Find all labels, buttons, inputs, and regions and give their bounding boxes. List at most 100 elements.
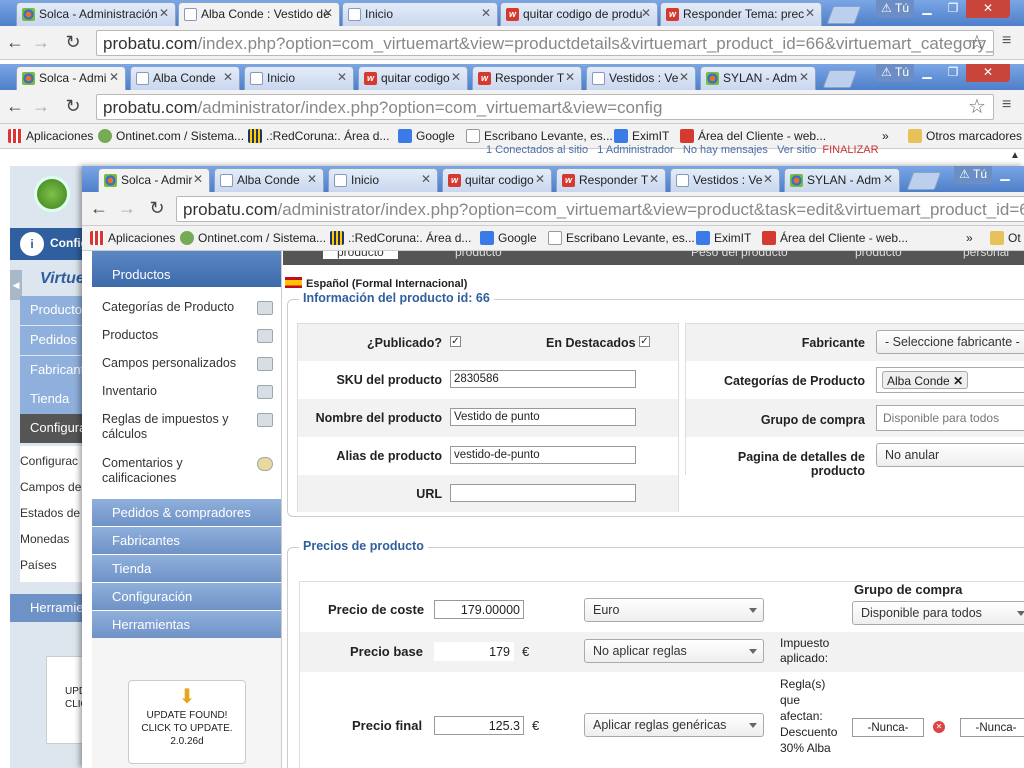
close-icon[interactable]: ✕	[159, 6, 169, 20]
menu-icon[interactable]: ≡	[1002, 96, 1011, 114]
close-icon[interactable]: ✕	[421, 172, 431, 186]
tab-inicio[interactable]: Inicio ✕	[328, 168, 438, 192]
close-icon[interactable]: ✕	[641, 6, 651, 20]
close-icon[interactable]: ✕	[307, 172, 317, 186]
other-bookmarks-folder[interactable]: Ot	[990, 231, 1021, 245]
base-rules-select[interactable]: No aplicar reglas	[584, 639, 764, 663]
tab-vestidos[interactable]: Vestidos : Ve ✕	[586, 66, 696, 90]
status-messages[interactable]: No hay mensajes	[683, 144, 768, 156]
menu-item-categorias[interactable]: Categorías de Producto	[92, 293, 281, 321]
close-icon[interactable]: ✕	[337, 70, 347, 84]
close-icon[interactable]: ✕	[323, 6, 333, 20]
bookmark-escribano[interactable]: Escribano Levante, es...	[548, 231, 695, 245]
bookmark-apps[interactable]: Aplicaciones	[8, 129, 93, 143]
base-input[interactable]	[434, 642, 514, 661]
bookmark-escribano[interactable]: Escribano Levante, es...	[466, 129, 613, 143]
back-button[interactable]: ←	[88, 198, 110, 219]
menu-section-pedidos[interactable]: Pedidos & compradores	[92, 498, 281, 526]
menu-item-configuracion[interactable]: Configura	[20, 414, 86, 443]
menu-item-herramientas[interactable]: Herramie	[10, 594, 83, 622]
bookmark-google[interactable]: Google	[398, 129, 455, 143]
tab-sylan[interactable]: SYLAN - Adm ✕	[700, 66, 816, 90]
scroll-up-arrow[interactable]: ▲	[1010, 150, 1020, 161]
tab-producto-3[interactable]: producto	[855, 251, 902, 259]
bookmark-area-cliente[interactable]: Área del Cliente - web...	[680, 129, 826, 143]
price-shopper-group-select[interactable]: Disponible para todos	[852, 601, 1024, 625]
logout-link[interactable]: FINALIZAR	[822, 144, 878, 156]
address-bar[interactable]: probatu.com/administrator/index.php?opti…	[96, 94, 994, 120]
submenu-item[interactable]: Estados de	[20, 500, 82, 526]
shopper-group-input[interactable]	[876, 405, 1024, 431]
name-input[interactable]	[450, 408, 636, 426]
menu-item-comentarios[interactable]: Comentarios y calificaciones	[92, 449, 281, 498]
close-icon[interactable]: ✕	[763, 172, 773, 186]
menu-item-productos[interactable]: Productos	[92, 321, 281, 349]
menu-item-fabricantes[interactable]: Fabricant	[20, 356, 84, 385]
user-profile-button[interactable]: ⚠ Tú	[876, 64, 914, 82]
close-icon[interactable]: ✕	[649, 172, 659, 186]
details-page-select[interactable]: No anular	[876, 443, 1024, 467]
tab-vestidos[interactable]: Vestidos : Ve ✕	[670, 168, 780, 192]
tab-solca[interactable]: Solca - Admi ✕	[16, 66, 126, 90]
tab-responder[interactable]: w Responder T ✕	[472, 66, 582, 90]
submenu-item[interactable]: Monedas	[20, 526, 82, 552]
bookmark-apps[interactable]: Aplicaciones	[90, 231, 175, 245]
bookmark-area-cliente[interactable]: Área del Cliente - web...	[762, 231, 908, 245]
tab-solca[interactable]: Solca - Administración ✕	[16, 2, 176, 26]
reload-button[interactable]: ↻	[146, 198, 168, 219]
user-profile-button[interactable]: ⚠ Tú	[876, 0, 914, 18]
clear-date-icon[interactable]: ✕	[933, 721, 945, 733]
submenu-item[interactable]: Países	[20, 552, 82, 582]
bookmark-google[interactable]: Google	[480, 231, 537, 245]
tab-solca[interactable]: Solca - Admir ✕	[98, 168, 210, 192]
close-icon[interactable]: ✕	[679, 70, 689, 84]
bookmarks-overflow[interactable]: »	[966, 231, 973, 245]
close-icon[interactable]: ✕	[883, 172, 893, 186]
back-button[interactable]: ←	[4, 32, 26, 53]
final-rules-select[interactable]: Aplicar reglas genéricas	[584, 713, 764, 737]
submenu-item[interactable]: Campos de	[20, 474, 82, 500]
date-from-input[interactable]	[852, 718, 924, 737]
menu-item-pedidos[interactable]: Pedidos	[20, 326, 82, 355]
address-bar[interactable]: probatu.com/administrator/index.php?opti…	[176, 196, 1024, 222]
remove-tag-icon[interactable]: ✕	[953, 374, 963, 388]
tab-inicio[interactable]: Inicio ✕	[342, 2, 498, 26]
menu-item-inventario[interactable]: Inventario	[92, 377, 281, 405]
published-checkbox[interactable]: ✓	[450, 336, 461, 347]
bookmark-ontinet[interactable]: Ontinet.com / Sistema...	[180, 231, 326, 245]
close-icon[interactable]: ✕	[481, 6, 491, 20]
menu-item-reglas[interactable]: Reglas de impuestos y cálculos	[92, 405, 281, 449]
bookmark-redcoruna[interactable]: .:RedCoruna:. Área d...	[248, 129, 389, 143]
submenu-item[interactable]: Configurac	[20, 446, 82, 474]
tab-responder[interactable]: w Responder T ✕	[556, 168, 666, 192]
featured-checkbox[interactable]: ✓	[639, 336, 650, 347]
bookmark-redcoruna[interactable]: .:RedCoruna:. Área d...	[330, 231, 471, 245]
maximize-button[interactable]: ❐	[940, 64, 966, 82]
tab-inicio[interactable]: Inicio ✕	[244, 66, 354, 90]
close-icon[interactable]: ✕	[109, 70, 119, 84]
tab-alba-conde[interactable]: Alba Conde : Vestido de ✕	[178, 2, 340, 26]
bookmarks-overflow[interactable]: »	[882, 129, 889, 143]
menu-section-fabricantes[interactable]: Fabricantes	[92, 526, 281, 554]
tab-alba-conde[interactable]: Alba Conde ✕	[214, 168, 324, 192]
menu-item-producto[interactable]: Producto	[20, 296, 82, 325]
forward-button[interactable]: →	[30, 96, 52, 117]
manufacturer-select[interactable]: - Seleccione fabricante -	[876, 330, 1024, 354]
minimize-button[interactable]: ▁	[914, 0, 940, 18]
tab-quitar-codigo[interactable]: w quitar codigo de produ ✕	[500, 2, 658, 26]
menu-icon[interactable]: ≡	[1002, 32, 1011, 50]
sku-input[interactable]	[450, 370, 636, 388]
address-bar[interactable]: probatu.com/index.php?option=com_virtuem…	[96, 30, 994, 56]
date-to-input[interactable]	[960, 718, 1024, 737]
close-window-button[interactable]: ✕	[966, 64, 1010, 82]
tab-producto-2[interactable]: producto	[455, 251, 502, 259]
bookmark-eximit[interactable]: EximIT	[614, 129, 669, 143]
cost-input[interactable]	[434, 600, 524, 619]
tab-responder[interactable]: w Responder Tema: prec ✕	[660, 2, 822, 26]
menu-section-tienda[interactable]: Tienda	[92, 554, 281, 582]
close-icon[interactable]: ✕	[535, 172, 545, 186]
close-icon[interactable]: ✕	[799, 70, 809, 84]
close-icon[interactable]: ✕	[805, 6, 815, 20]
bookmark-star-icon[interactable]: ☆	[968, 30, 986, 55]
menu-section-herramientas[interactable]: Herramientas	[92, 610, 281, 638]
